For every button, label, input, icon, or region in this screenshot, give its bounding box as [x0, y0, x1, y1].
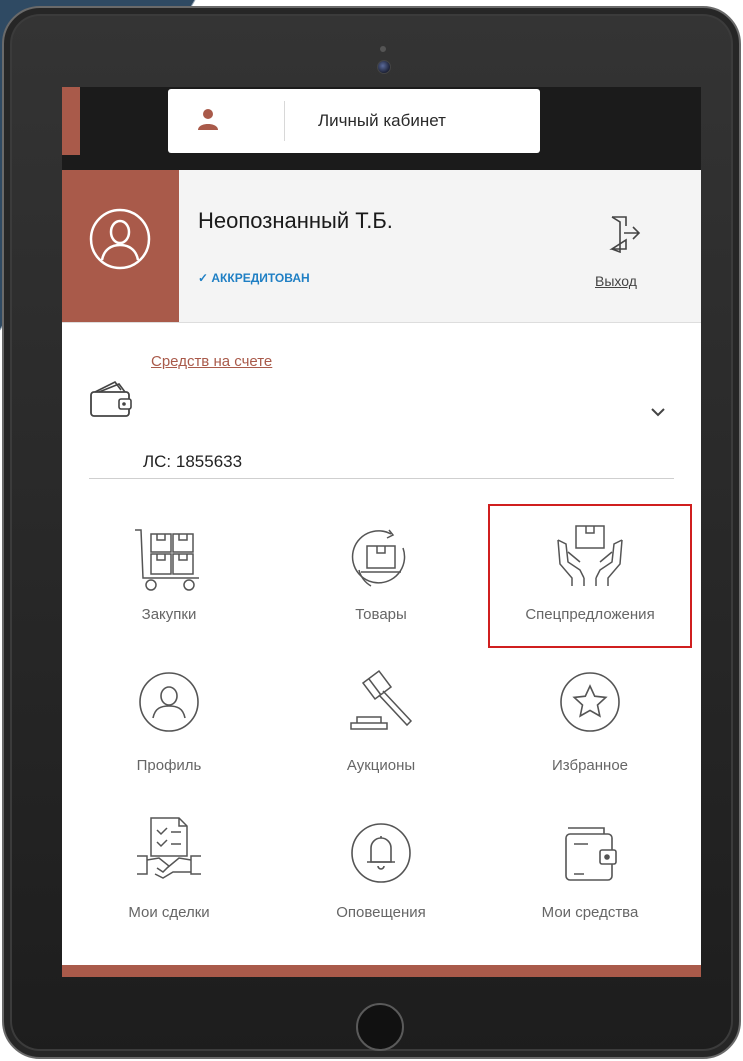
- cabinet-label: Личный кабинет: [318, 111, 446, 130]
- cart-icon[interactable]: [133, 526, 205, 592]
- accreditation-status: ✓ АККРЕДИТОВАН: [198, 271, 310, 285]
- screen: Личный кабинет Неопознанный Т.Б. ✓ АККРЕ…: [62, 87, 701, 977]
- funds-link[interactable]: Средств на счете: [151, 353, 272, 370]
- menu-item-goods[interactable]: Товары: [276, 606, 486, 623]
- home-button[interactable]: [356, 1003, 404, 1051]
- top-bar-accent: [62, 87, 80, 155]
- menu-item-my-deals[interactable]: Мои сделки: [64, 904, 274, 921]
- menu-item-notifications[interactable]: Оповещения: [276, 904, 486, 921]
- wallet-money-icon: [90, 380, 132, 417]
- personal-cabinet-button[interactable]: Личный кабинет: [168, 89, 540, 153]
- logout-link[interactable]: Выход: [595, 273, 637, 289]
- avatar-icon: [89, 208, 151, 270]
- menu-item-my-funds[interactable]: Мои средства: [485, 904, 695, 921]
- goods-icon[interactable]: [345, 526, 417, 592]
- bell-icon[interactable]: [345, 820, 417, 886]
- menu-item-purchases[interactable]: Закупки: [64, 606, 274, 623]
- wallet-icon[interactable]: [554, 820, 626, 886]
- sensor-dot: [380, 46, 386, 52]
- scene: Личный кабинет Неопознанный Т.Б. ✓ АККРЕ…: [0, 0, 743, 1061]
- profile-icon[interactable]: [133, 669, 205, 735]
- auction-icon[interactable]: [345, 669, 417, 735]
- top-bar: Личный кабинет: [62, 87, 701, 170]
- menu-item-profile[interactable]: Профиль: [64, 757, 274, 774]
- profile-header: Неопознанный Т.Б. ✓ АККРЕДИТОВАН Выход: [62, 170, 701, 323]
- deals-icon[interactable]: [133, 816, 205, 882]
- menu-item-auctions[interactable]: Аукционы: [276, 757, 486, 774]
- star-icon[interactable]: [554, 669, 626, 735]
- logout-icon[interactable]: [606, 213, 642, 253]
- front-camera: [377, 60, 391, 74]
- avatar[interactable]: [62, 170, 179, 322]
- funds-divider: [89, 478, 674, 479]
- account-number: ЛС: 1855633: [143, 452, 243, 471]
- chevron-down-icon[interactable]: [650, 405, 666, 419]
- menu-item-favorites[interactable]: Избранное: [485, 757, 695, 774]
- user-icon: [198, 109, 218, 130]
- cabinet-divider: [284, 101, 285, 141]
- bottom-accent-bar: [62, 965, 701, 977]
- highlight-frame: [488, 504, 692, 648]
- user-name: Неопознанный Т.Б.: [198, 208, 393, 233]
